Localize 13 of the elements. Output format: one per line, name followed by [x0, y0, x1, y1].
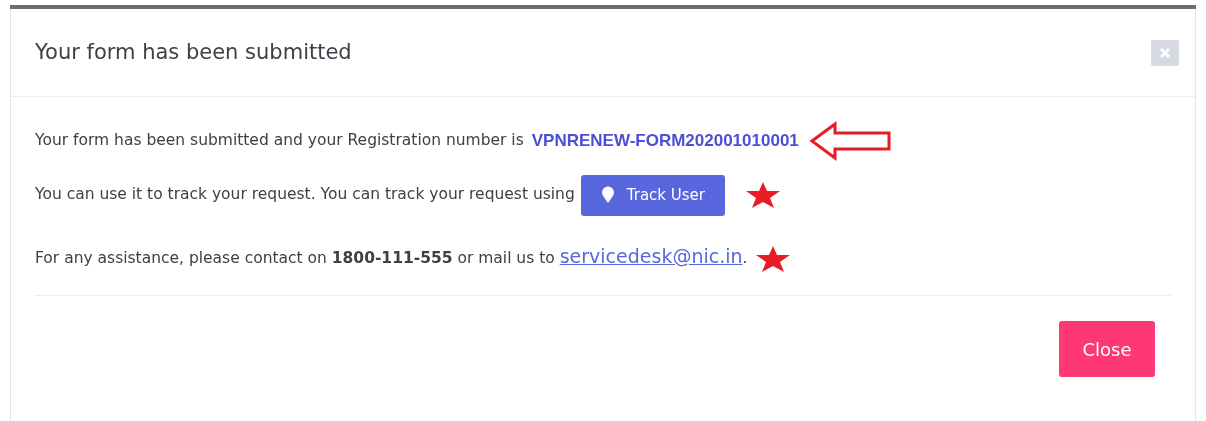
close-button[interactable]: Close: [1059, 321, 1155, 377]
arrow-icon: [808, 121, 893, 161]
registration-text: Your form has been submitted and your Registration number is: [35, 130, 524, 152]
close-icon[interactable]: [1151, 39, 1179, 66]
email-link[interactable]: servicedesk@nic.in: [559, 244, 743, 267]
tracking-text: You can use it to track your request. You can track your request using: [35, 184, 575, 206]
registration-number: VPNRENEW-FORM202001010001: [531, 130, 799, 153]
star-icon: [745, 181, 781, 209]
assistance-text: For any assistance, please contact on 1800-111-555 or mail us to servicedesk@nic.in.: [35, 243, 748, 269]
star-icon: [755, 245, 792, 273]
dialog-title: Your form has been submitted: [35, 38, 352, 66]
location-pin-icon: [600, 186, 615, 204]
track-user-button[interactable]: Track User: [580, 174, 725, 216]
